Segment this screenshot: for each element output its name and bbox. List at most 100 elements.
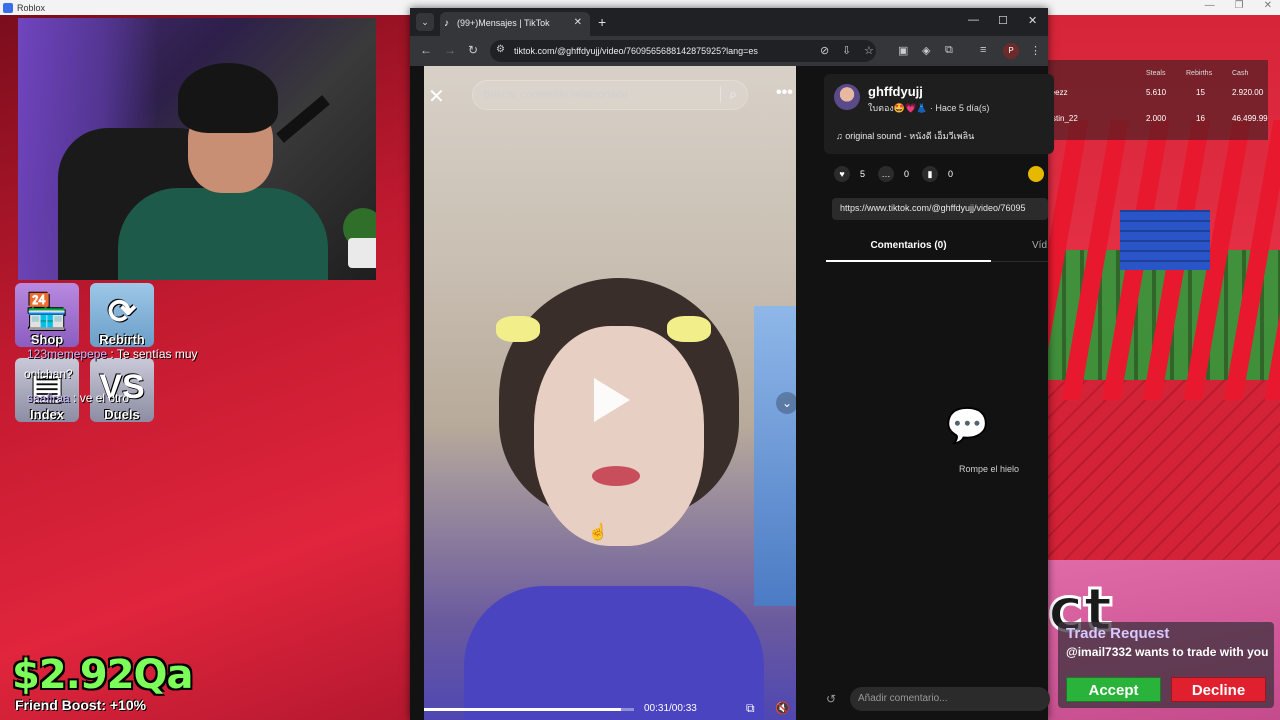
site-info-icon[interactable]: ⚙ — [496, 44, 505, 55]
more-options-icon[interactable]: ••• — [776, 84, 793, 102]
shop-icon: 🏪 — [25, 293, 69, 331]
coin-icon[interactable] — [1028, 166, 1044, 182]
heart-icon: ♥ — [834, 166, 850, 182]
tab-videos[interactable]: Víd — [1032, 232, 1047, 260]
shop-button[interactable]: 🏪 Shop — [15, 283, 79, 347]
roblox-window-title: Roblox — [17, 2, 46, 13]
like-button[interactable]: ♥ 5 — [834, 166, 865, 182]
reload-icon[interactable]: ↻ — [468, 43, 478, 57]
avatar[interactable] — [834, 84, 860, 110]
accept-button[interactable]: Accept — [1066, 677, 1161, 702]
trade-title: Trade Request — [1066, 625, 1170, 642]
search-icon[interactable]: ⌕ — [720, 86, 737, 103]
tab-bar: ⌄ ♪ (99+)Mensajes | TikTok ✕ + — ☐ ✕ — [410, 8, 1048, 36]
hand-cursor-icon: ☝ — [588, 524, 608, 541]
chat-message: saafiraa : ve el otro — [27, 391, 129, 405]
sound-link[interactable]: ♫ original sound - หนังดี เอ็มวีเพลิน — [836, 129, 974, 143]
close-icon[interactable]: ✕ — [1028, 14, 1037, 27]
chevron-down-icon[interactable]: ⌄ — [776, 392, 798, 414]
info-pane: ghffdyujj ใบตอง🤩💗👗 · Hace 5 día(s) ♫ ori… — [796, 66, 1054, 720]
minimize-icon[interactable]: — — [968, 14, 979, 26]
rebirth-button[interactable]: ⟳ Rebirth — [90, 283, 154, 347]
comment-icon: … — [878, 166, 894, 182]
picture-in-picture-icon[interactable]: ⧉ — [746, 701, 755, 716]
menu-icon[interactable]: ⋮ — [1030, 44, 1041, 57]
forward-icon[interactable]: → — [444, 43, 456, 57]
puzzle-icon[interactable]: ⧉ — [945, 44, 953, 57]
tab-title: (99+)Mensajes | TikTok — [457, 18, 550, 28]
play-icon[interactable] — [594, 378, 630, 422]
tiktok-icon: ♪ — [444, 18, 449, 29]
roblox-logo-icon — [3, 2, 13, 13]
lb-cash: 46.499.99 — [1232, 114, 1268, 123]
tab-search-icon[interactable]: ⌄ — [416, 13, 434, 31]
bookmark-star-icon[interactable]: ☆ — [864, 44, 874, 57]
url-field[interactable]: ⚙ tiktok.com/@ghffdyujj/video/7609565688… — [490, 40, 876, 62]
copy-link-field[interactable]: https://www.tiktok.com/@ghffdyujj/video/… — [832, 198, 1048, 220]
shop-label: Shop — [30, 332, 64, 347]
extension-icon[interactable]: ▣ — [898, 44, 908, 57]
trade-request-panel: Trade Request @imail7332 wants to trade … — [1058, 622, 1274, 708]
chat-text: onichan? — [24, 367, 73, 381]
duels-label: Duels — [104, 407, 140, 422]
leaderboard-row: reezz 5.610 15 2.920.00 — [1048, 80, 1268, 106]
lb-header-rebirths: Rebirths — [1186, 70, 1213, 77]
mention-icon[interactable]: ↺ — [826, 692, 836, 706]
bookmark-icon: ▮ — [922, 166, 938, 182]
comments-tabs: Comentarios (0) Víd — [826, 232, 1048, 262]
webcam-overlay — [18, 18, 376, 280]
comment-placeholder: Añadir comentario... — [858, 693, 948, 704]
index-label: Index — [30, 407, 64, 422]
save-button[interactable]: ▮ 0 — [922, 166, 953, 182]
search-placeholder: Buscar contenido relacionado — [483, 89, 628, 101]
author-card: ghffdyujj ใบตอง🤩💗👗 · Hace 5 día(s) ♫ ori… — [824, 74, 1054, 154]
lb-steals: 5.610 — [1146, 88, 1167, 97]
empty-comments-text: Rompe el hielo — [959, 464, 1020, 474]
tab-comments[interactable]: Comentarios (0) — [826, 232, 991, 262]
lb-steals: 2.000 — [1146, 114, 1167, 123]
media-icon[interactable]: ≡ — [980, 44, 986, 56]
decline-button[interactable]: Decline — [1171, 677, 1266, 702]
profile-avatar[interactable]: P — [1003, 43, 1019, 59]
chat-text: : ve el otro — [69, 391, 130, 405]
comment-button[interactable]: … 0 — [878, 166, 909, 182]
stats-row: ♥ 5 … 0 ▮ 0 — [834, 166, 1054, 186]
maximize-icon[interactable]: ❐ — [1235, 0, 1244, 11]
eye-off-icon[interactable]: ⊘ — [820, 44, 829, 57]
video-pane: ✕ Buscar contenido relacionado ⌕ ••• ⌄ ☝… — [410, 66, 798, 720]
duels-button[interactable]: VS Duels — [90, 358, 154, 422]
new-tab-icon[interactable]: + — [598, 14, 606, 30]
lb-cash: 2.920.00 — [1232, 88, 1264, 97]
comment-bar: ↺ Añadir comentario... — [826, 684, 1050, 714]
leaderboard-row: vstin_22 2.000 16 46.499.99 — [1048, 106, 1268, 132]
address-bar: ← → ↻ ⚙ tiktok.com/@ghffdyujj/video/7609… — [410, 36, 1048, 66]
save-count: 0 — [948, 169, 954, 179]
lb-header-cash: Cash — [1232, 70, 1249, 77]
tab-close-icon[interactable]: ✕ — [574, 17, 582, 28]
author-subtitle: ใบตอง🤩💗👗 · Hace 5 día(s) — [868, 103, 990, 113]
browser-tab[interactable]: ♪ (99+)Mensajes | TikTok ✕ — [440, 12, 590, 36]
extension-icon[interactable]: ◈ — [922, 44, 930, 57]
browser-window: ⌄ ♪ (99+)Mensajes | TikTok ✕ + — ☐ ✕ ← →… — [410, 8, 1054, 720]
video-time: 00:31/00:33 — [644, 703, 697, 714]
maximize-icon[interactable]: ☐ — [998, 14, 1008, 27]
chat-username: 123memepepe — [27, 347, 108, 361]
close-icon[interactable]: ✕ — [1264, 0, 1272, 11]
lb-rebirths: 15 — [1196, 88, 1205, 97]
chat-text: : Te sentías muy — [107, 347, 198, 361]
lb-rebirths: 16 — [1196, 114, 1205, 123]
comment-input[interactable]: Añadir comentario... — [850, 687, 1050, 711]
trade-message: @imail7332 wants to trade with you — [1066, 645, 1269, 659]
minimize-icon[interactable]: — — [1205, 0, 1215, 11]
comment-count: 0 — [904, 169, 910, 179]
video-progress-bar[interactable] — [424, 708, 634, 711]
back-icon[interactable]: ← — [420, 43, 432, 57]
author-name[interactable]: ghffdyujj — [868, 84, 923, 99]
like-count: 5 — [860, 169, 866, 179]
mute-icon[interactable]: 🔇 — [775, 701, 790, 715]
chat-username: saafiraa — [27, 391, 70, 405]
chat-message: 123memepepe : Te sentías muy — [27, 347, 198, 361]
install-icon[interactable]: ⇩ — [842, 44, 851, 57]
close-video-icon[interactable]: ✕ — [428, 84, 445, 109]
search-input[interactable]: Buscar contenido relacionado ⌕ — [472, 80, 748, 110]
